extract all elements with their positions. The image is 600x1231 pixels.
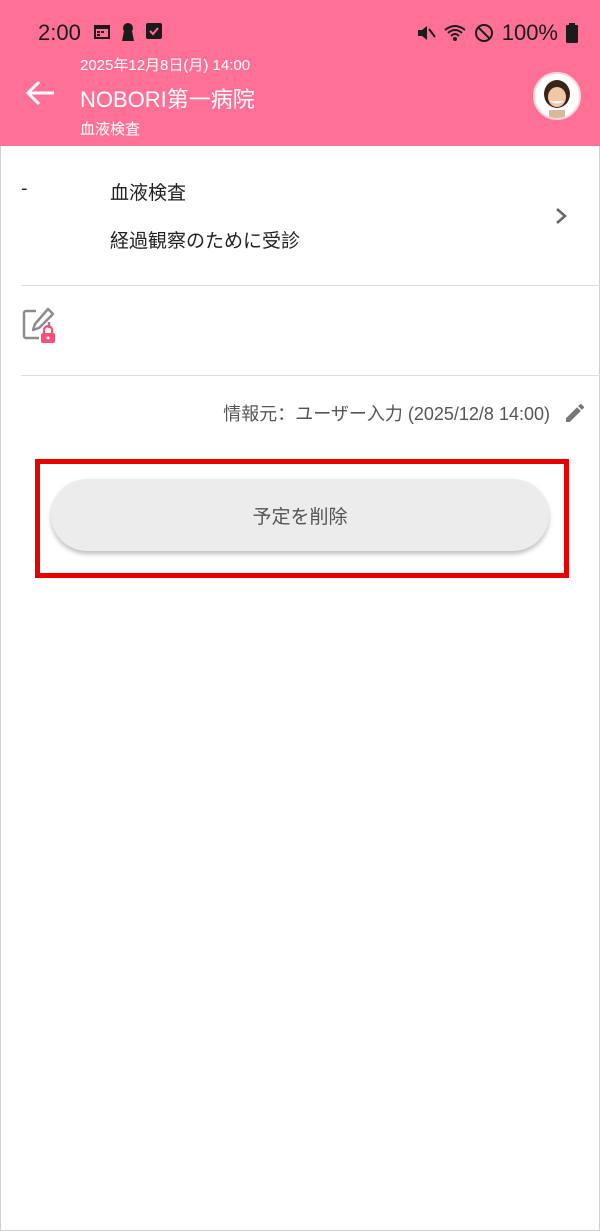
back-arrow-icon[interactable] — [24, 78, 58, 108]
delete-appointment-button[interactable]: 予定を削除 — [51, 479, 549, 551]
exam-name: 血液検査 — [110, 182, 187, 204]
chevron-right-icon[interactable] — [552, 205, 570, 227]
app-bar: 2:00 100% 2025年12月8日(月) 14:00 NOBORI第一病院… — [0, 0, 600, 146]
battery-icon — [566, 23, 578, 43]
info-source: 情報元：ユーザー入力 (2025/12/8 14:00) — [223, 404, 550, 424]
calendar-icon — [94, 25, 110, 39]
visit-purpose: 経過観察のために受診 — [110, 230, 301, 252]
status-time: 2:00 — [38, 20, 81, 45]
do-not-disturb-icon — [474, 24, 493, 42]
locked-memo-icon[interactable] — [21, 306, 59, 344]
checkbox-icon — [146, 23, 162, 39]
battery-percent: 100% — [501, 20, 558, 45]
page-title: NOBORI第一病院 — [80, 87, 255, 112]
divider — [21, 375, 600, 376]
pencil-icon[interactable] — [563, 401, 587, 425]
status-bar: 2:00 100% — [0, 0, 600, 50]
detail-dash: - — [21, 178, 28, 199]
divider — [21, 285, 600, 286]
page-subtitle: 血液検査 — [80, 120, 141, 138]
appointment-detail-row[interactable] — [0, 146, 600, 286]
user-photo-icon — [535, 74, 579, 118]
avatar[interactable] — [533, 72, 581, 120]
mute-icon — [417, 26, 436, 40]
appointment-datetime: 2025年12月8日(月) 14:00 — [80, 57, 251, 74]
wifi-icon — [444, 25, 466, 41]
status-system-icons: 100% — [416, 20, 578, 46]
keyhole-icon — [122, 23, 134, 41]
status-notification-icons — [93, 22, 163, 42]
